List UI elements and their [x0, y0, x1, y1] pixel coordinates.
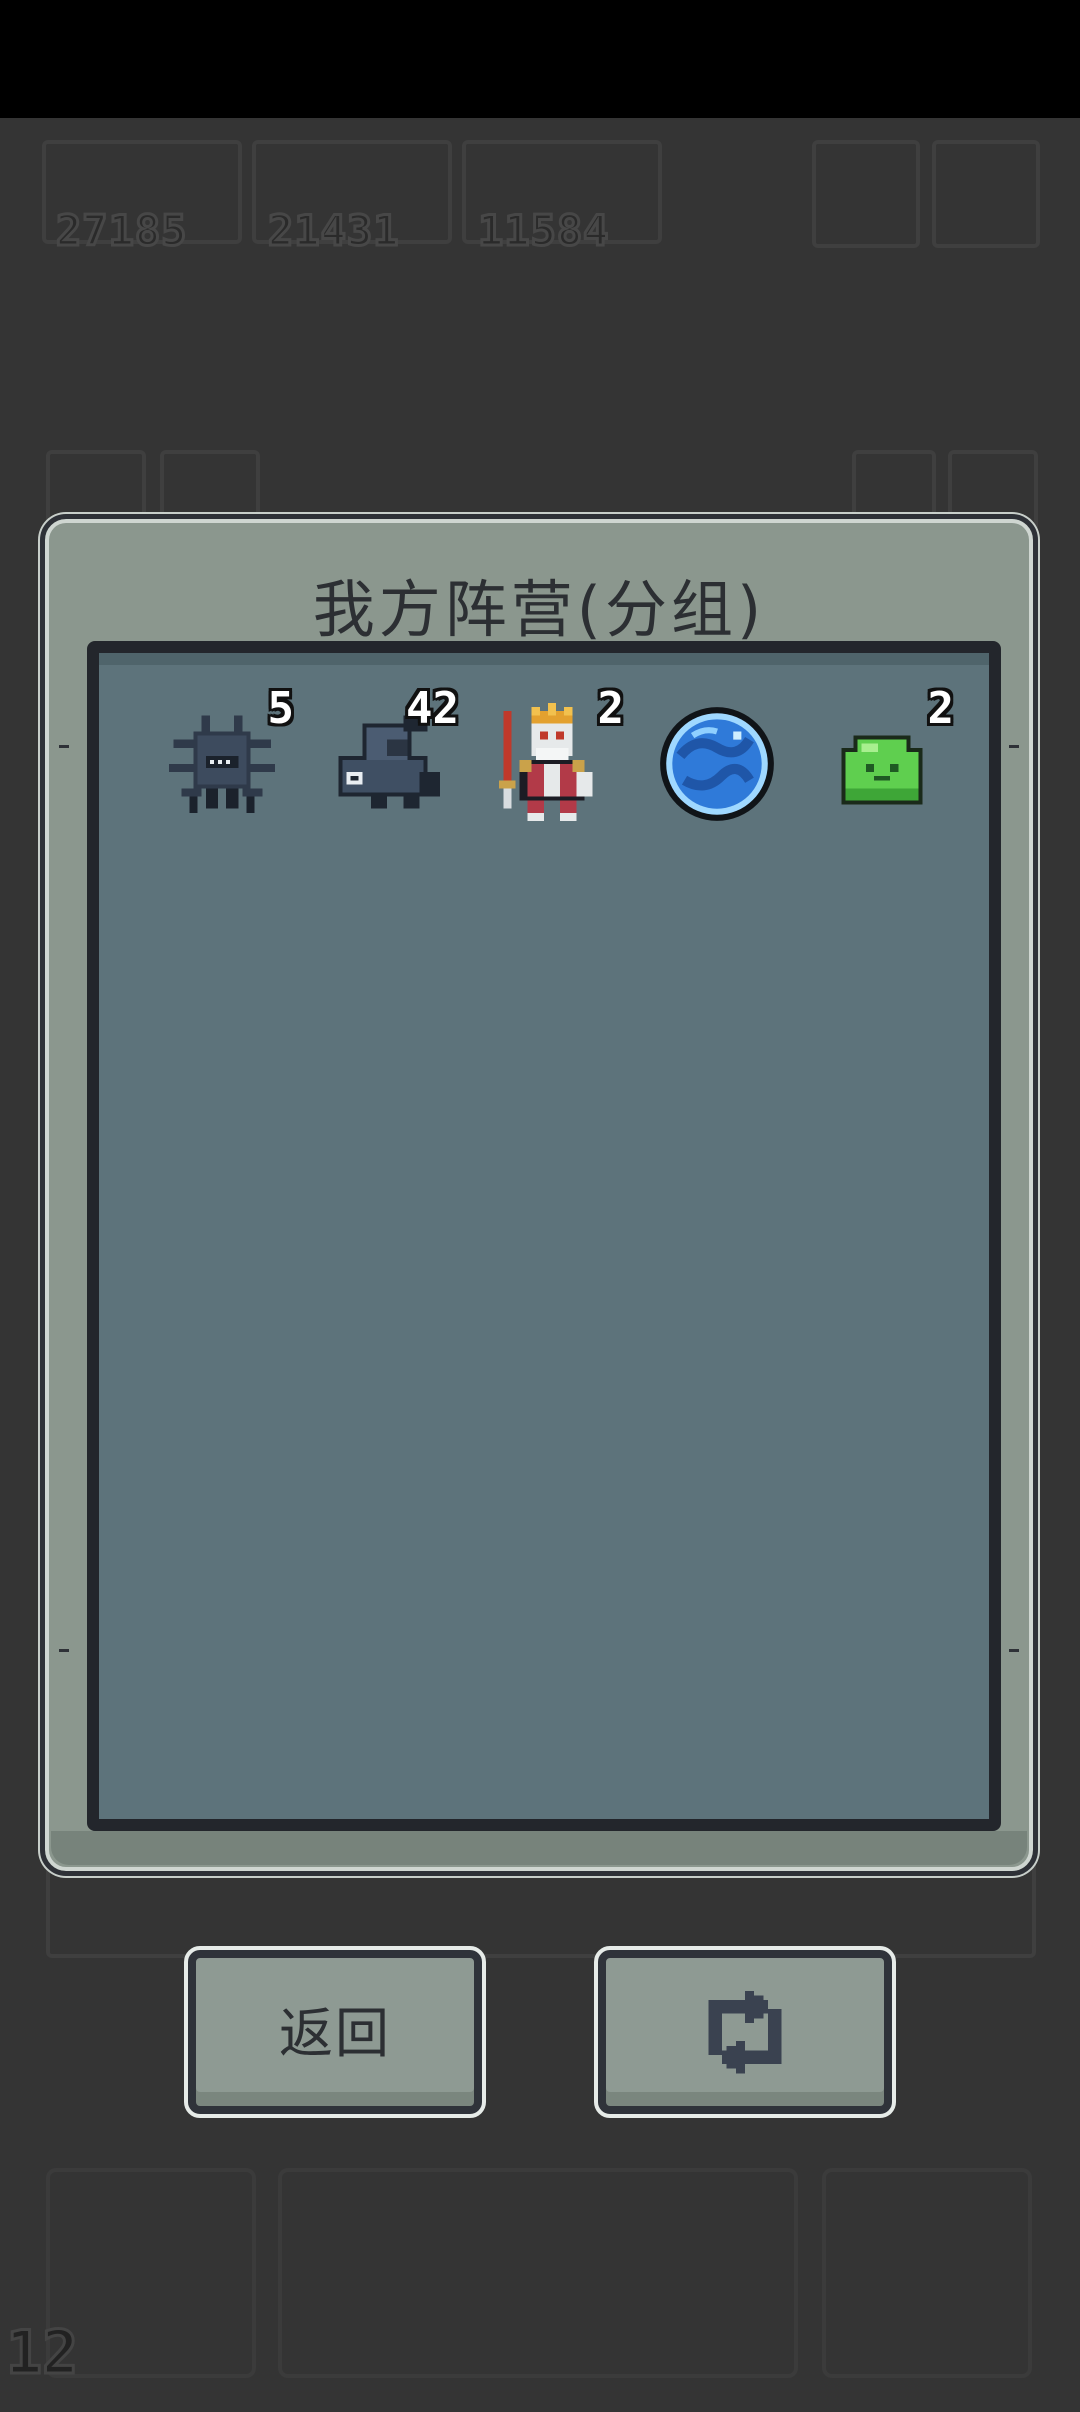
- unit-slot[interactable]: [634, 689, 799, 839]
- status-bar: [0, 0, 1080, 118]
- resource-value-1: 27185: [54, 205, 188, 257]
- bg-settings-button: [932, 140, 1040, 248]
- faction-dialog: 我方阵营(分组) 5 42 2 2: [40, 514, 1038, 1876]
- bg-hero-slot: [822, 2168, 1032, 2378]
- resource-value-3: 11584: [476, 205, 610, 257]
- bg-center-slot: [278, 2168, 798, 2378]
- unit-list-pane[interactable]: 5 42 2 2: [87, 641, 1001, 1831]
- refresh-icon: [708, 1990, 782, 2074]
- back-button-label: 返回: [279, 2001, 391, 2065]
- level-number: 12: [4, 2317, 79, 2390]
- unit-count: 2: [927, 683, 955, 734]
- dialog-title: 我方阵营(分组): [312, 573, 766, 646]
- unit-count: 42: [406, 683, 459, 734]
- refresh-button[interactable]: [594, 1946, 896, 2118]
- back-button[interactable]: 返回: [184, 1946, 486, 2118]
- water-orb-icon: [659, 707, 774, 821]
- unit-slot[interactable]: 2: [799, 683, 964, 839]
- unit-slot[interactable]: 42: [304, 683, 469, 839]
- unit-count: 5: [267, 683, 295, 734]
- unit-slot[interactable]: 2: [469, 683, 634, 839]
- unit-grid: 5 42 2 2: [139, 683, 964, 839]
- bg-menu-button: [812, 140, 920, 248]
- unit-count: 2: [597, 683, 625, 734]
- resource-value-2: 21431: [266, 205, 400, 257]
- unit-slot[interactable]: 5: [139, 683, 304, 839]
